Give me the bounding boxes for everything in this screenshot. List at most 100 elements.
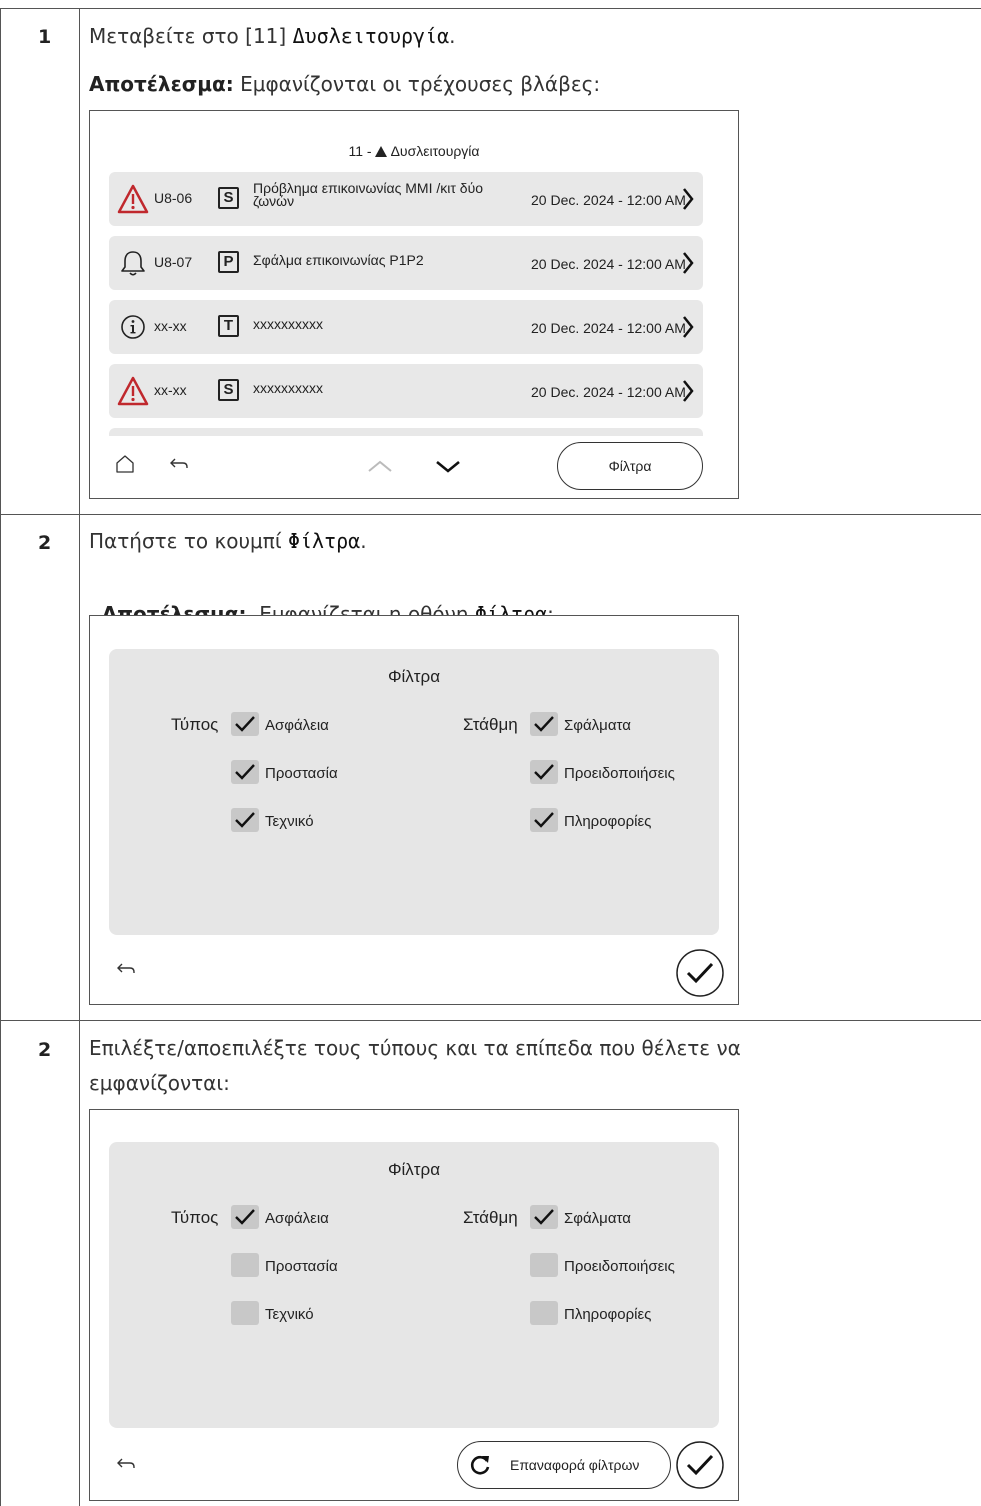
malfunction-row[interactable]: xx-xx T xxxxxxxxxx 20 Dec. 2024 - 12:00 … [109,300,703,354]
home-icon[interactable] [115,454,135,474]
button-name: Φίλτρα [287,529,361,553]
filter-screen-modified: Φίλτρα Τύπος Στάθμη Ασφάλεια Προστασία Τ… [89,1109,739,1501]
step-result: Αποτέλεσμα: Εμφανίζονται οι τρέχουσες βλ… [89,72,600,96]
type-label: Τύπος [171,1208,219,1227]
back-arrow-icon[interactable] [115,961,137,977]
instruction-text: Πατήστε το κουμπί [89,529,288,553]
confirm-check-icon[interactable] [675,1440,725,1490]
checkbox-warnings[interactable] [530,760,558,784]
table-top-border [0,8,981,9]
check-icon [235,764,255,780]
checkbox-technical[interactable] [231,808,259,832]
error-description: xxxxxxxxxx [253,316,323,332]
screen-title-number: 11 - [348,143,376,159]
error-code: xx-xx [154,318,187,334]
back-arrow-icon[interactable] [168,456,190,472]
step-number: 2 [38,532,52,554]
back-arrow-icon[interactable] [115,1456,137,1472]
checkbox-safety[interactable] [231,712,259,736]
warning-icon [375,146,388,157]
column-divider [79,8,80,1506]
table-left-border [0,8,1,1506]
filter-button[interactable]: Φίλτρα [557,442,703,490]
step-number: 1 [38,26,52,48]
partial-row [109,428,703,436]
checkbox-information[interactable] [530,808,558,832]
filter-panel: Φίλτρα Τύπος Στάθμη Ασφάλεια Προστασία Τ… [109,649,719,935]
checkbox-technical[interactable] [231,1301,259,1325]
check-icon [534,812,554,828]
checkbox-errors[interactable] [530,712,558,736]
result-label: Αποτέλεσμα: [89,72,234,96]
type-label: Τύπος [171,715,219,734]
checkbox-warnings[interactable] [530,1253,558,1277]
check-icon [534,1209,554,1225]
instruction-suffix: . [449,24,456,48]
check-icon [235,716,255,732]
error-code: U8-07 [154,254,193,270]
checkbox-information[interactable] [530,1301,558,1325]
type-badge: S [218,187,239,209]
malfunction-row[interactable]: U8-07 P Σφάλμα επικοινωνίας P1P2 20 Dec.… [109,236,703,290]
malfunction-row[interactable]: xx-xx S xxxxxxxxxx 20 Dec. 2024 - 12:00 … [109,364,703,418]
reset-filters-button[interactable]: Επαναφορά φίλτρων [457,1441,671,1489]
step-instruction: Μεταβείτε στο [11] Δυσλειτουργία. [89,24,455,48]
instruction-suffix: . [360,529,367,553]
checkbox-label: Σφάλματα [564,1210,631,1227]
checkbox-label: Πληροφορίες [564,1306,652,1323]
error-date: 20 Dec. 2024 - 12:00 AM [531,256,686,272]
malfunction-screen: 11 - Δυσλειτουργία U8-06 S Πρόβλημα επικ… [89,110,739,499]
checkbox-safety[interactable] [231,1205,259,1229]
instruction-text: Μεταβείτε στο [11] [89,24,293,48]
row-divider [0,514,981,515]
error-date: 20 Dec. 2024 - 12:00 AM [531,192,686,208]
warning-triangle-icon [117,184,149,214]
step-instruction: Πατήστε το κουμπί Φίλτρα. [89,529,367,553]
error-code: U8-06 [154,190,193,206]
menu-name: Δυσλειτουργία [292,24,450,48]
step-instruction-cont: εμφανίζονται: [89,1071,230,1095]
type-badge: P [218,251,239,273]
checkbox-label: Πληροφορίες [564,813,652,830]
level-label: Στάθμη [463,715,518,734]
confirm-check-icon[interactable] [675,948,725,998]
filter-screen: Φίλτρα Τύπος Στάθμη Ασφάλεια Προστασία Τ… [89,615,739,1005]
chevron-right-icon[interactable] [681,186,695,212]
checkbox-label: Ασφάλεια [265,717,329,734]
screen-title: 11 - Δυσλειτουργία [90,143,738,159]
checkbox-errors[interactable] [530,1205,558,1229]
checkbox-label: Προειδοποιήσεις [564,1258,675,1275]
checkbox-label: Σφάλματα [564,717,631,734]
warning-triangle-icon [117,376,149,406]
check-icon [235,1209,255,1225]
error-date: 20 Dec. 2024 - 12:00 AM [531,384,686,400]
check-icon [235,812,255,828]
error-description: Σφάλμα επικοινωνίας P1P2 [253,252,424,268]
malfunction-row[interactable]: U8-06 S Πρόβλημα επικοινωνίας MMI /κιτ δ… [109,172,703,226]
checkbox-protection[interactable] [231,1253,259,1277]
checkbox-label: Τεχνικό [265,1306,314,1323]
step-instruction: Επιλέξτε/αποεπιλέξτε τους τύπους και τα … [89,1036,741,1060]
error-description: Πρόβλημα επικοινωνίας MMI /κιτ δύο ζωνών [253,180,484,209]
error-code: xx-xx [154,382,187,398]
check-icon [534,716,554,732]
chevron-right-icon[interactable] [681,378,695,404]
bell-icon [121,251,145,276]
checkbox-label: Ασφάλεια [265,1210,329,1227]
checkbox-protection[interactable] [231,760,259,784]
reset-filters-label: Επαναφορά φίλτρων [510,1457,640,1473]
filter-title: Φίλτρα [387,1160,441,1179]
chevron-right-icon[interactable] [681,314,695,340]
step-number: 2 [38,1039,52,1061]
error-description: xxxxxxxxxx [253,380,323,396]
row-divider [0,1020,981,1021]
scroll-up-icon[interactable] [366,458,394,474]
type-badge: T [218,315,239,337]
scroll-down-icon[interactable] [434,459,462,475]
chevron-right-icon[interactable] [681,250,695,276]
result-text: Εμφανίζονται οι τρέχουσες βλάβες: [233,72,601,96]
checkbox-label: Τεχνικό [265,813,314,830]
error-date: 20 Dec. 2024 - 12:00 AM [531,320,686,336]
level-label: Στάθμη [463,1208,518,1227]
type-badge: S [218,379,239,401]
